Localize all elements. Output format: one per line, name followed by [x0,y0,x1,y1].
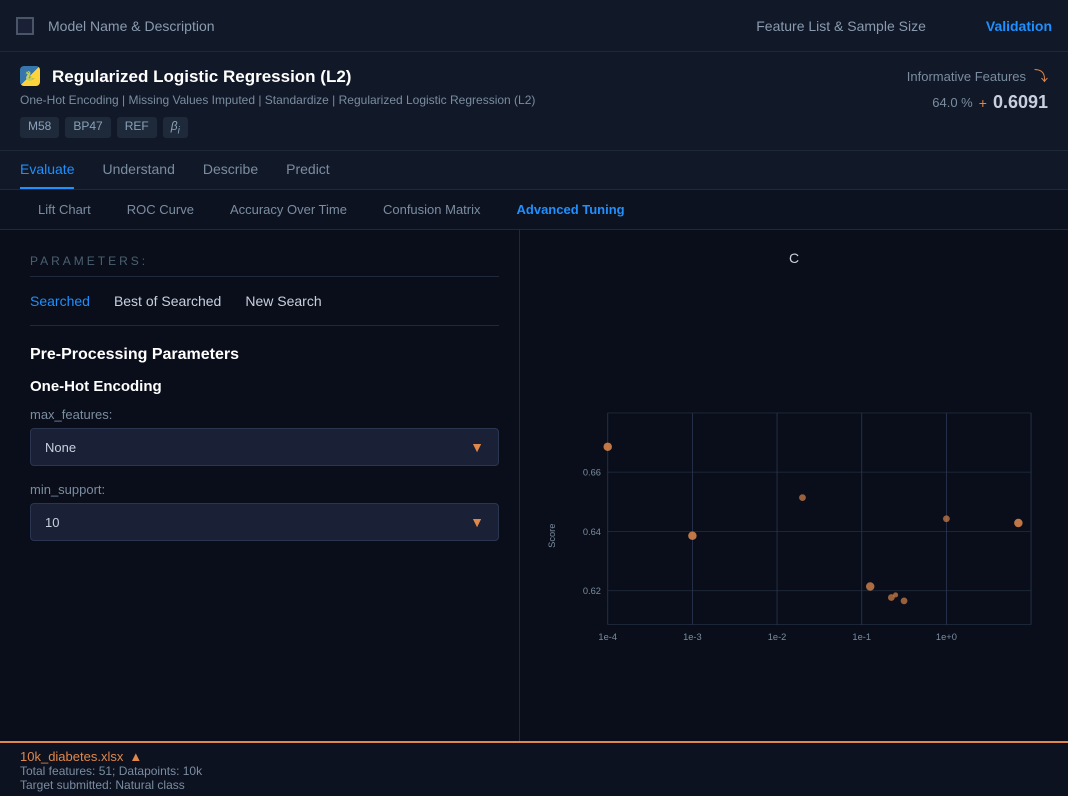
model-name-desc-label: Model Name & Description [48,18,756,34]
main-content: PARAMETERS: Searched Best of Searched Ne… [0,230,1068,796]
model-header: 🐍 Regularized Logistic Regression (L2) O… [0,52,1068,151]
svg-text:1e+0: 1e+0 [936,632,957,642]
top-nav: Model Name & Description Feature List & … [0,0,1068,52]
min-support-label: min_support: [30,482,499,497]
tag-m58: M58 [20,117,59,138]
bottom-bar: 10k_diabetes.xlsx ▲ Total features: 51; … [0,741,1068,796]
informative-pct: 64.0 % [932,95,972,110]
search-tabs: Searched Best of Searched New Search [30,293,499,309]
min-support-dropdown[interactable]: 10 ▼ [30,503,499,541]
svg-text:Score: Score [547,524,557,548]
tab-confusion-matrix[interactable]: Confusion Matrix [365,190,499,229]
python-icon: 🐍 [20,66,42,88]
chart-area: 1e-4 1e-3 1e-2 1e-1 1e+0 0.66 0.64 0.62 … [540,270,1048,776]
tab-understand[interactable]: Understand [102,151,174,189]
info-icon: ⤵ [1034,66,1048,86]
tab-advanced-tuning[interactable]: Advanced Tuning [499,190,643,229]
validation-tab[interactable]: Validation [986,18,1052,34]
preprocessing-section-title: Pre-Processing Parameters [30,346,499,364]
tab-roc-curve[interactable]: ROC Curve [109,190,212,229]
model-title: Regularized Logistic Regression (L2) [52,67,351,87]
tab-evaluate[interactable]: Evaluate [20,151,74,189]
one-hot-encoding-title: One-Hot Encoding [30,378,499,395]
left-panel: PARAMETERS: Searched Best of Searched Ne… [0,230,520,796]
feature-list-label: Feature List & Sample Size [756,18,926,34]
tag-bp47: BP47 [65,117,110,138]
model-right-info: Informative Features ⤵ 64.0 % + 0.6091 [907,66,1048,113]
filename-row: 10k_diabetes.xlsx ▲ [20,749,1048,764]
up-arrow-icon: ▲ [129,749,142,764]
right-panel: C 1e-4 1e-3 1e-2 1e-1 [520,230,1068,796]
bottom-info-1: Total features: 51; Datapoints: 10k [20,764,1048,778]
divider-1 [30,276,499,277]
chart-tabs: Lift Chart ROC Curve Accuracy Over Time … [0,190,1068,230]
max-features-value: None [45,440,76,455]
tab-lift-chart[interactable]: Lift Chart [20,190,109,229]
scatter-chart: 1e-4 1e-3 1e-2 1e-1 1e+0 0.66 0.64 0.62 … [540,270,1048,776]
svg-text:0.66: 0.66 [583,468,601,478]
svg-text:1e-4: 1e-4 [598,632,617,642]
dropdown-arrow-2-icon: ▼ [470,514,484,530]
chart-c-label: C [540,250,1048,266]
svg-text:1e-1: 1e-1 [852,632,871,642]
filename: 10k_diabetes.xlsx [20,749,123,764]
divider-2 [30,325,499,326]
tab-best-of-searched[interactable]: Best of Searched [114,293,221,309]
informative-features-label: Informative Features [907,69,1026,84]
tab-accuracy-over-time[interactable]: Accuracy Over Time [212,190,365,229]
model-description: One-Hot Encoding | Missing Values Impute… [20,92,535,109]
svg-text:1e-3: 1e-3 [683,632,702,642]
min-support-value: 10 [45,515,59,530]
tag-beta: βi [163,117,188,138]
tab-predict[interactable]: Predict [286,151,330,189]
svg-text:0.64: 0.64 [583,527,601,537]
model-checkbox[interactable] [16,17,34,35]
tab-describe[interactable]: Describe [203,151,258,189]
add-icon[interactable]: + [979,95,987,111]
tag-ref: REF [117,117,157,138]
model-score: 0.6091 [993,92,1048,113]
eval-tabs: Evaluate Understand Describe Predict [0,151,1068,190]
parameters-label: PARAMETERS: [30,254,499,268]
max-features-dropdown[interactable]: None ▼ [30,428,499,466]
dropdown-arrow-icon: ▼ [470,439,484,455]
model-tags: M58 BP47 REF βi [20,117,535,138]
bottom-info-2: Target submitted: Natural class [20,778,1048,792]
tab-searched[interactable]: Searched [30,293,90,309]
tab-new-search[interactable]: New Search [245,293,321,309]
svg-text:1e-2: 1e-2 [768,632,787,642]
svg-text:0.62: 0.62 [583,586,601,596]
max-features-label: max_features: [30,407,499,422]
